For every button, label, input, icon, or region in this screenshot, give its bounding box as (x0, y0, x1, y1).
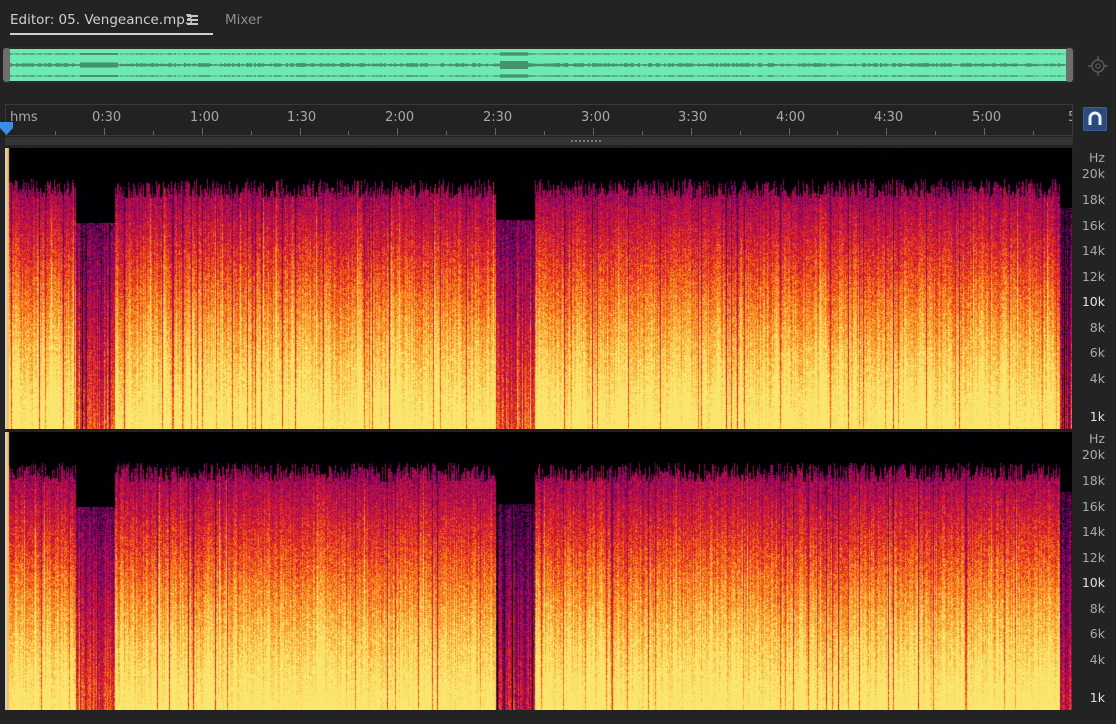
ruler-label-3-00: 3:00 (581, 110, 611, 125)
ruler-tick (55, 131, 56, 135)
ruler-tick (1033, 131, 1034, 135)
ruler-tick (103, 128, 105, 135)
ruler-tick (299, 128, 301, 135)
freq-label: 1k (1089, 409, 1105, 424)
ruler-label-3-30: 3:30 (678, 110, 708, 125)
freq-label: 12k (1081, 550, 1105, 565)
freq-label: 8k (1089, 601, 1105, 616)
overview-left-handle[interactable] (3, 48, 10, 82)
panel-resize-strip[interactable] (5, 137, 1073, 145)
playhead-marker-icon[interactable] (0, 120, 13, 135)
magnet-snap-icon[interactable] (1083, 107, 1107, 131)
time-ruler[interactable]: hms 0:30 1:00 1:30 2:00 2:30 3:00 3:30 4… (5, 104, 1073, 136)
freq-label: 14k (1081, 243, 1105, 258)
ruler-label-hms: hms (10, 110, 38, 125)
freq-label: 6k (1089, 626, 1105, 641)
freq-label: 16k (1081, 499, 1105, 514)
waveform-overview[interactable] (3, 47, 1075, 83)
ruler-tick (739, 131, 741, 135)
ruler-label-1-00: 1:00 (190, 110, 220, 125)
freq-label: 8k (1089, 320, 1105, 335)
freq-label: 12k (1081, 269, 1105, 284)
ruler-tick (201, 128, 203, 135)
freq-label: 4k (1089, 652, 1105, 667)
freq-label: 10k (1081, 575, 1105, 590)
tab-editor[interactable]: Editor: 05. Vengeance.mp3 (10, 12, 214, 35)
freq-label: 18k (1081, 192, 1105, 207)
ruler-tick (397, 128, 399, 135)
ruler-label-5-00: 5:00 (972, 110, 1002, 125)
ruler-tick (592, 128, 594, 135)
ruler-tick (837, 131, 839, 135)
freq-unit: Hz (1089, 431, 1105, 446)
editor-tab-bar: Editor: 05. Vengeance.mp3 Mixer (0, 0, 1116, 40)
overview-visible-range (9, 49, 1069, 81)
active-tab-underline (10, 33, 214, 35)
spectrogram-channel-left[interactable] (7, 148, 1072, 429)
freq-label: 1k (1089, 690, 1105, 705)
frequency-axis-right: Hz 20k 18k 16k 14k 12k 10k 8k 6k 4k 1k (1074, 429, 1116, 710)
ruler-tick (886, 128, 888, 135)
overview-right-handle[interactable] (1066, 48, 1073, 82)
hamburger-menu-icon[interactable] (187, 15, 198, 25)
ruler-tick (348, 131, 350, 135)
freq-label: 20k (1081, 166, 1105, 181)
spectrogram-channel-right[interactable] (7, 432, 1072, 710)
ruler-tick (690, 128, 692, 135)
ruler-label-2-00: 2:00 (385, 110, 415, 125)
freq-label: 6k (1089, 345, 1105, 360)
ruler-label-end: 5 (1068, 110, 1072, 125)
frequency-axis-left: Hz 20k 18k 16k 14k 12k 10k 8k 6k 4k 1k (1074, 148, 1116, 429)
ruler-label-0-30: 0:30 (92, 110, 122, 125)
freq-label: 18k (1081, 473, 1105, 488)
tab-editor-label: Editor: 05. Vengeance.mp3 (10, 12, 194, 28)
freq-unit: Hz (1089, 150, 1105, 165)
ruler-tick (641, 131, 643, 135)
ruler-label-1-30: 1:30 (287, 110, 317, 125)
ruler-tick (495, 128, 497, 135)
ruler-tick (250, 131, 252, 135)
freq-label: 4k (1089, 371, 1105, 386)
ruler-tick (152, 131, 154, 135)
ruler-label-4-00: 4:00 (776, 110, 806, 125)
zoom-crosshair-icon[interactable] (1087, 55, 1109, 77)
ruler-label-2-30: 2:30 (483, 110, 513, 125)
overview-waveform (9, 52, 1068, 78)
tab-mixer[interactable]: Mixer (225, 12, 262, 28)
ruler-label-4-30: 4:30 (874, 110, 904, 125)
freq-label: 10k (1081, 294, 1105, 309)
ruler-tick (544, 131, 545, 135)
ruler-tick (935, 131, 937, 135)
tab-mixer-label: Mixer (225, 12, 262, 28)
resize-grip-icon[interactable] (571, 140, 603, 142)
ruler-tick (446, 131, 448, 135)
ruler-tick (984, 128, 986, 135)
freq-label: 16k (1081, 218, 1105, 233)
ruler-tick (788, 128, 790, 135)
freq-label: 14k (1081, 524, 1105, 539)
freq-label: 20k (1081, 447, 1105, 462)
